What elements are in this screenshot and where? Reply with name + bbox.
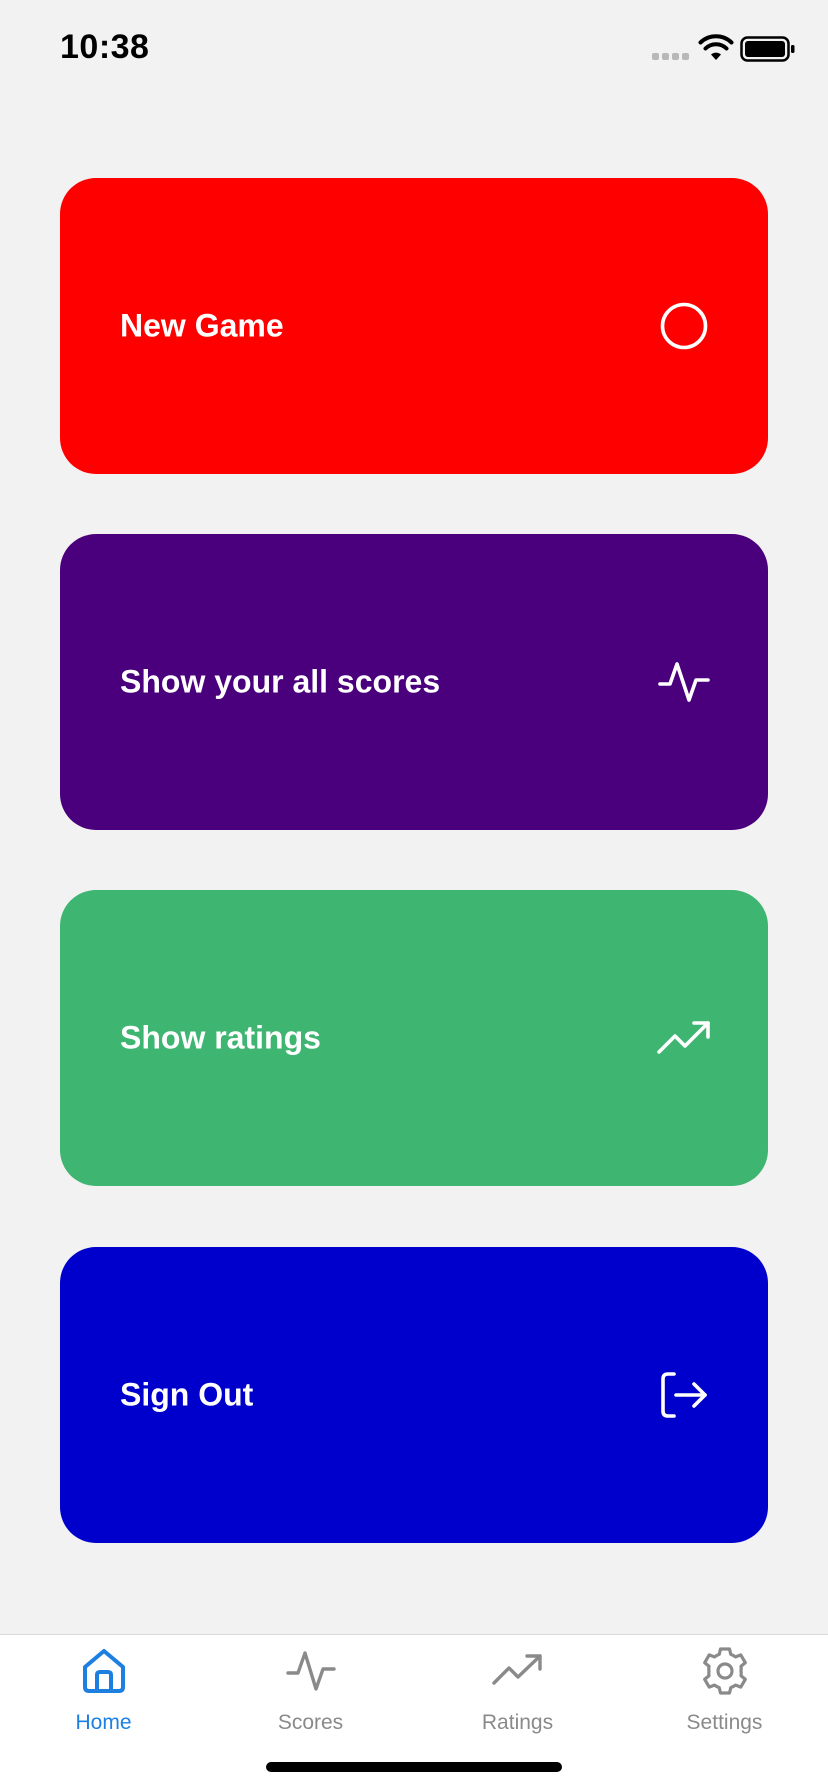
tab-home-label: Home <box>75 1711 132 1734</box>
battery-icon <box>740 36 796 62</box>
tab-home[interactable]: Home <box>0 1635 207 1745</box>
show-ratings-button[interactable]: Show ratings <box>60 890 768 1186</box>
tab-settings[interactable]: Settings <box>621 1635 828 1745</box>
home-indicator <box>266 1762 562 1772</box>
activity-icon <box>285 1645 337 1697</box>
tab-scores-label: Scores <box>277 1711 344 1734</box>
cellular-signal-icon <box>652 53 689 60</box>
status-time: 10:38 <box>60 28 150 66</box>
status-bar: 10:38 <box>0 0 828 100</box>
wifi-icon <box>698 34 734 62</box>
log-out-icon <box>656 1367 712 1423</box>
home-icon <box>78 1645 130 1697</box>
show-scores-label: Show your all scores <box>120 663 441 700</box>
show-ratings-label: Show ratings <box>120 1019 321 1056</box>
sign-out-label: Sign Out <box>120 1376 254 1413</box>
tab-scores[interactable]: Scores <box>207 1635 414 1745</box>
gear-icon <box>699 1645 751 1697</box>
new-game-label: New Game <box>120 307 284 344</box>
tab-ratings[interactable]: Ratings <box>414 1635 621 1745</box>
trending-up-icon <box>656 1010 712 1066</box>
new-game-button[interactable]: New Game <box>60 178 768 474</box>
trending-up-icon <box>491 1645 544 1697</box>
show-scores-button[interactable]: Show your all scores <box>60 534 768 830</box>
circle-icon <box>656 298 712 354</box>
tab-ratings-label: Ratings <box>481 1711 554 1734</box>
activity-icon <box>656 654 712 710</box>
sign-out-button[interactable]: Sign Out <box>60 1247 768 1543</box>
tab-settings-label: Settings <box>686 1711 763 1734</box>
